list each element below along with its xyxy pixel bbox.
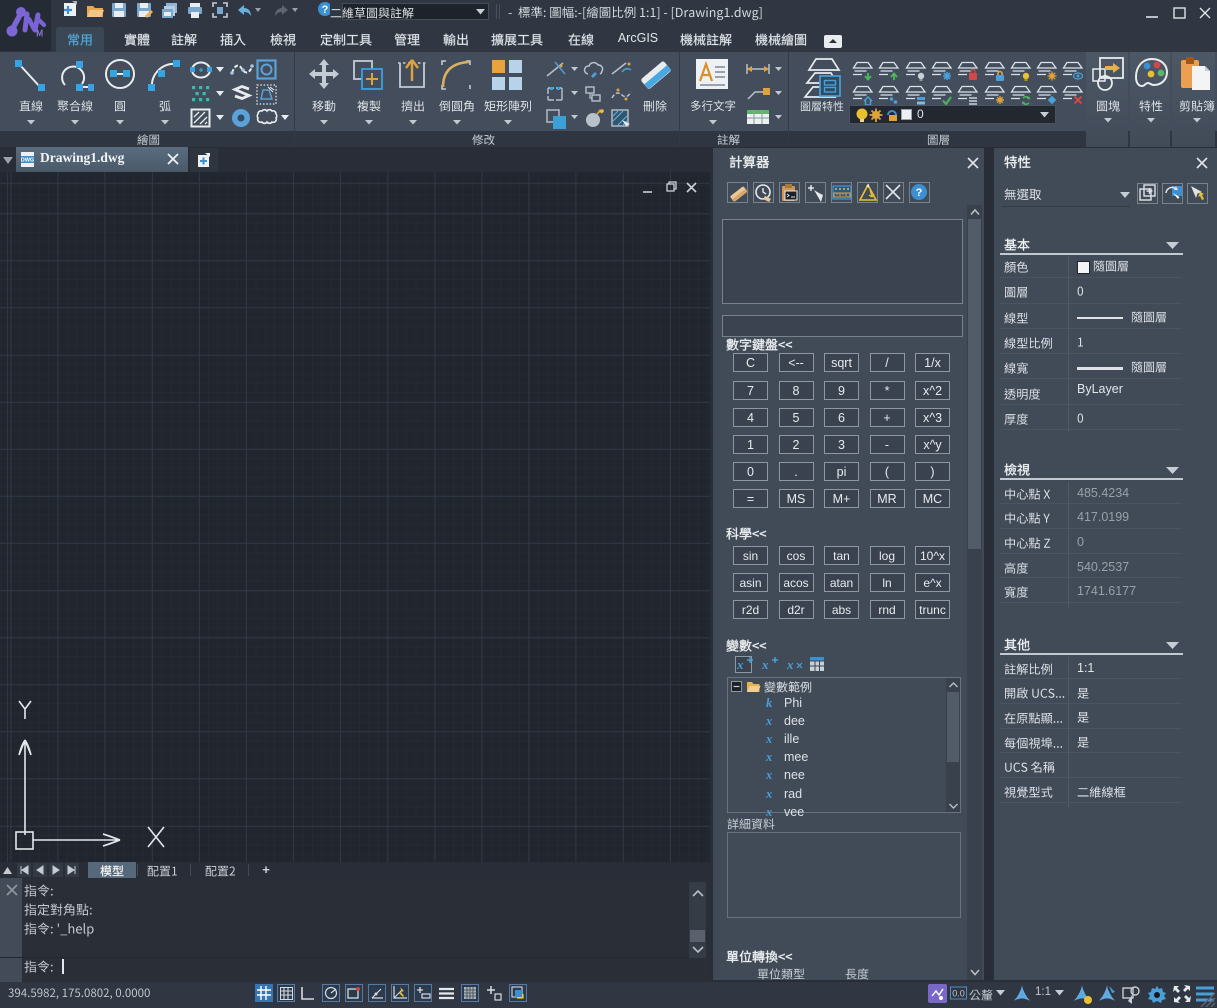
- svg-text:?: ?: [916, 187, 923, 199]
- svg-text:?: ?: [322, 4, 329, 16]
- svg-text:DWG: DWG: [21, 158, 34, 164]
- svg-text:0.0: 0.0: [952, 989, 965, 999]
